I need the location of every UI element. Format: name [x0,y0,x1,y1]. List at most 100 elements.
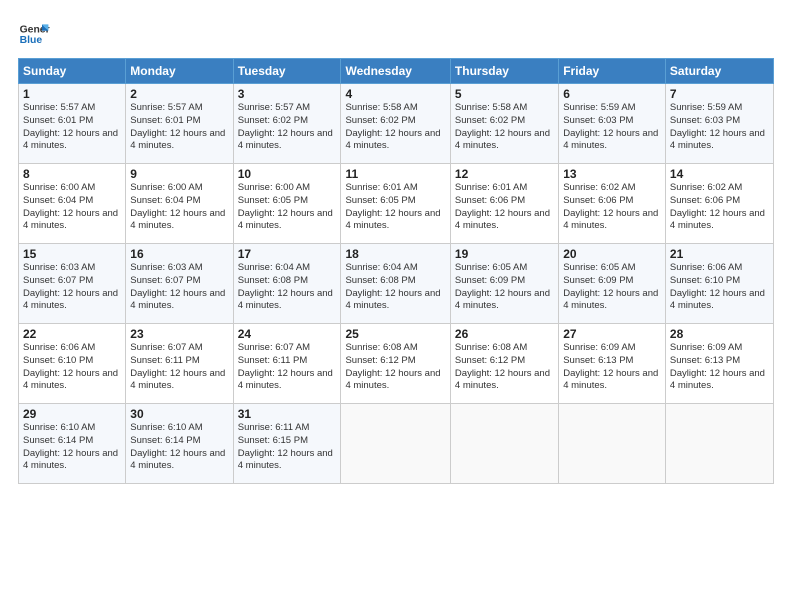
week-row-1: 1Sunrise: 5:57 AMSunset: 6:01 PMDaylight… [19,84,774,164]
day-info: Sunrise: 6:05 AMSunset: 6:09 PMDaylight:… [563,262,661,313]
day-number: 17 [238,247,337,261]
day-info: Sunrise: 5:59 AMSunset: 6:03 PMDaylight:… [563,102,661,153]
day-number: 9 [130,167,228,181]
svg-text:Blue: Blue [20,35,43,46]
day-number: 22 [23,327,121,341]
day-info: Sunrise: 6:11 AMSunset: 6:15 PMDaylight:… [238,422,337,473]
calendar-cell: 8Sunrise: 6:00 AMSunset: 6:04 PMDaylight… [19,164,126,244]
calendar-cell: 12Sunrise: 6:01 AMSunset: 6:06 PMDayligh… [450,164,558,244]
calendar-cell: 21Sunrise: 6:06 AMSunset: 6:10 PMDayligh… [665,244,773,324]
calendar-cell: 3Sunrise: 5:57 AMSunset: 6:02 PMDaylight… [233,84,341,164]
calendar-cell: 15Sunrise: 6:03 AMSunset: 6:07 PMDayligh… [19,244,126,324]
calendar-table: SundayMondayTuesdayWednesdayThursdayFrid… [18,58,774,484]
header-thursday: Thursday [450,59,558,84]
header-wednesday: Wednesday [341,59,450,84]
day-number: 13 [563,167,661,181]
day-info: Sunrise: 6:01 AMSunset: 6:06 PMDaylight:… [455,182,554,233]
day-number: 1 [23,87,121,101]
day-info: Sunrise: 6:04 AMSunset: 6:08 PMDaylight:… [238,262,337,313]
header-saturday: Saturday [665,59,773,84]
day-info: Sunrise: 5:57 AMSunset: 6:01 PMDaylight:… [130,102,228,153]
day-number: 15 [23,247,121,261]
week-row-5: 29Sunrise: 6:10 AMSunset: 6:14 PMDayligh… [19,404,774,484]
logo: General Blue [18,18,50,50]
calendar-cell: 14Sunrise: 6:02 AMSunset: 6:06 PMDayligh… [665,164,773,244]
header: General Blue [18,18,774,50]
day-info: Sunrise: 6:04 AMSunset: 6:08 PMDaylight:… [345,262,445,313]
day-number: 5 [455,87,554,101]
day-info: Sunrise: 6:07 AMSunset: 6:11 PMDaylight:… [130,342,228,393]
calendar-cell [341,404,450,484]
day-info: Sunrise: 6:10 AMSunset: 6:14 PMDaylight:… [130,422,228,473]
day-number: 25 [345,327,445,341]
calendar-cell [450,404,558,484]
calendar-cell: 24Sunrise: 6:07 AMSunset: 6:11 PMDayligh… [233,324,341,404]
day-number: 24 [238,327,337,341]
calendar-cell: 18Sunrise: 6:04 AMSunset: 6:08 PMDayligh… [341,244,450,324]
calendar-cell: 23Sunrise: 6:07 AMSunset: 6:11 PMDayligh… [126,324,233,404]
calendar-cell: 22Sunrise: 6:06 AMSunset: 6:10 PMDayligh… [19,324,126,404]
header-sunday: Sunday [19,59,126,84]
day-number: 29 [23,407,121,421]
day-number: 23 [130,327,228,341]
calendar-cell: 5Sunrise: 5:58 AMSunset: 6:02 PMDaylight… [450,84,558,164]
day-info: Sunrise: 6:00 AMSunset: 6:04 PMDaylight:… [130,182,228,233]
day-number: 27 [563,327,661,341]
calendar-cell: 1Sunrise: 5:57 AMSunset: 6:01 PMDaylight… [19,84,126,164]
calendar-cell: 11Sunrise: 6:01 AMSunset: 6:05 PMDayligh… [341,164,450,244]
day-info: Sunrise: 6:07 AMSunset: 6:11 PMDaylight:… [238,342,337,393]
day-info: Sunrise: 5:58 AMSunset: 6:02 PMDaylight:… [455,102,554,153]
day-info: Sunrise: 6:09 AMSunset: 6:13 PMDaylight:… [670,342,769,393]
day-info: Sunrise: 5:58 AMSunset: 6:02 PMDaylight:… [345,102,445,153]
day-number: 14 [670,167,769,181]
day-number: 21 [670,247,769,261]
week-row-2: 8 Sunrise: 6:00 AMSunset: 6:04 PMDaylight… [19,164,774,244]
day-info: Sunrise: 5:57 AMSunset: 6:01 PMDaylight:… [23,102,121,153]
calendar-header: SundayMondayTuesdayWednesdayThursdayFrid… [19,59,774,84]
calendar-cell: 7Sunrise: 5:59 AMSunset: 6:03 PMDaylight… [665,84,773,164]
day-info: Sunrise: 6:02 AMSunset: 6:06 PMDaylight:… [563,182,661,233]
day-number: 20 [563,247,661,261]
day-number: 26 [455,327,554,341]
day-info: Sunrise: 6:02 AMSunset: 6:06 PMDaylight:… [670,182,769,233]
calendar-cell: 27Sunrise: 6:09 AMSunset: 6:13 PMDayligh… [559,324,666,404]
day-info: Sunrise: 6:06 AMSunset: 6:10 PMDaylight:… [670,262,769,313]
day-number: 30 [130,407,228,421]
header-friday: Friday [559,59,666,84]
calendar-cell: 20Sunrise: 6:05 AMSunset: 6:09 PMDayligh… [559,244,666,324]
day-number: 19 [455,247,554,261]
day-info: Sunrise: 6:01 AMSunset: 6:05 PMDaylight:… [345,182,445,233]
day-info: Sunrise: 6:03 AMSunset: 6:07 PMDaylight:… [130,262,228,313]
calendar-cell: 29Sunrise: 6:10 AMSunset: 6:14 PMDayligh… [19,404,126,484]
calendar-cell: 30Sunrise: 6:10 AMSunset: 6:14 PMDayligh… [126,404,233,484]
calendar-page: General Blue SundayMondayTuesdayWednesda… [0,0,792,612]
header-tuesday: Tuesday [233,59,341,84]
week-row-4: 22Sunrise: 6:06 AMSunset: 6:10 PMDayligh… [19,324,774,404]
day-number: 4 [345,87,445,101]
calendar-cell: 4Sunrise: 5:58 AMSunset: 6:02 PMDaylight… [341,84,450,164]
day-number: 11 [345,167,445,181]
day-number: 2 [130,87,228,101]
day-number: 10 [238,167,337,181]
day-number: 18 [345,247,445,261]
calendar-cell: 31Sunrise: 6:11 AMSunset: 6:15 PMDayligh… [233,404,341,484]
calendar-cell: 17Sunrise: 6:04 AMSunset: 6:08 PMDayligh… [233,244,341,324]
day-info: Sunrise: 5:59 AMSunset: 6:03 PMDaylight:… [670,102,769,153]
day-info: Sunrise: 6:08 AMSunset: 6:12 PMDaylight:… [345,342,445,393]
day-number: 3 [238,87,337,101]
calendar-cell: 9Sunrise: 6:00 AMSunset: 6:04 PMDaylight… [126,164,233,244]
calendar-cell: 13Sunrise: 6:02 AMSunset: 6:06 PMDayligh… [559,164,666,244]
day-number: 28 [670,327,769,341]
day-info: Sunrise: 6:00 AMSunset: 6:05 PMDaylight:… [238,182,337,233]
header-row: SundayMondayTuesdayWednesdayThursdayFrid… [19,59,774,84]
day-number: 8 [23,167,121,181]
day-info: Sunrise: 6:10 AMSunset: 6:14 PMDaylight:… [23,422,121,473]
day-number: 16 [130,247,228,261]
day-number: 7 [670,87,769,101]
calendar-cell: 16Sunrise: 6:03 AMSunset: 6:07 PMDayligh… [126,244,233,324]
header-monday: Monday [126,59,233,84]
calendar-cell: 2Sunrise: 5:57 AMSunset: 6:01 PMDaylight… [126,84,233,164]
week-row-3: 15 Sunrise: 6:03 AMSunset: 6:07 PMDayligh… [19,244,774,324]
calendar-cell [559,404,666,484]
day-number: 12 [455,167,554,181]
